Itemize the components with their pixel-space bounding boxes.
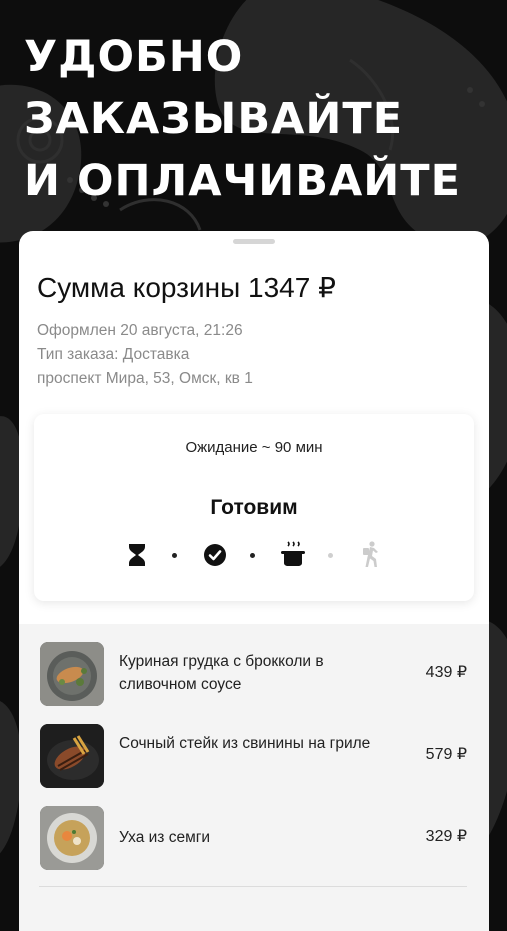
item-price: 439 ₽ — [425, 664, 467, 681]
list-item[interactable]: Уха из семги 329 ₽ — [19, 806, 489, 874]
step-separator-dot — [250, 553, 255, 558]
order-stage: Готовим — [210, 496, 298, 519]
step-separator-dot — [172, 553, 177, 558]
order-placed-date: Оформлен 20 августа, 21:26 — [37, 322, 243, 339]
order-items-list: Куриная грудка с брокколи в сливочном со… — [19, 624, 489, 931]
item-price: 579 ₽ — [425, 746, 467, 763]
order-meta: Оформлен 20 августа, 21:26 Тип заказа: Д… — [37, 319, 253, 391]
chicken-breast-photo — [40, 642, 104, 706]
order-address: проспект Мира, 53, Омск, кв 1 — [37, 370, 253, 387]
promo-headline: УДОБНО ЗАКАЗЫВАЙТЕ И ОПЛАЧИВАЙТЕ — [24, 26, 461, 212]
pork-steak-photo — [40, 724, 104, 788]
hourglass-icon — [129, 544, 145, 566]
status-steps — [122, 540, 392, 572]
item-price: 329 ₽ — [425, 828, 467, 845]
item-name: Сочный стейк из свинины на гриле — [119, 735, 371, 752]
courier-walking-icon — [363, 541, 378, 567]
cooking-pot-icon — [281, 541, 305, 566]
step-separator-dot — [328, 553, 333, 558]
check-circle-icon — [204, 544, 226, 566]
item-name: Куриная грудка с брокколи в сливочном со… — [119, 653, 324, 693]
item-name: Уха из семги — [119, 829, 211, 846]
list-item[interactable]: Куриная грудка с брокколи в сливочном со… — [19, 642, 489, 710]
sheet-grabber[interactable] — [233, 239, 275, 244]
headline-line-2: ЗАКАЗЫВАЙТЕ — [24, 94, 404, 144]
order-sheet: Сумма корзины 1347 ₽ Оформлен 20 августа… — [19, 231, 489, 931]
order-type: Тип заказа: Доставка — [37, 346, 190, 363]
order-status-card: Ожидание ~ 90 мин Готовим — [34, 414, 474, 601]
headline-line-1: УДОБНО — [24, 32, 244, 82]
salmon-soup-photo — [40, 806, 104, 870]
headline-line-3: И ОПЛАЧИВАЙТЕ — [24, 156, 461, 206]
cart-total: Сумма корзины 1347 ₽ — [37, 272, 336, 303]
wait-time: Ожидание ~ 90 мин — [185, 439, 323, 456]
list-item[interactable]: Сочный стейк из свинины на гриле 579 ₽ — [19, 724, 489, 792]
list-divider — [39, 886, 467, 887]
